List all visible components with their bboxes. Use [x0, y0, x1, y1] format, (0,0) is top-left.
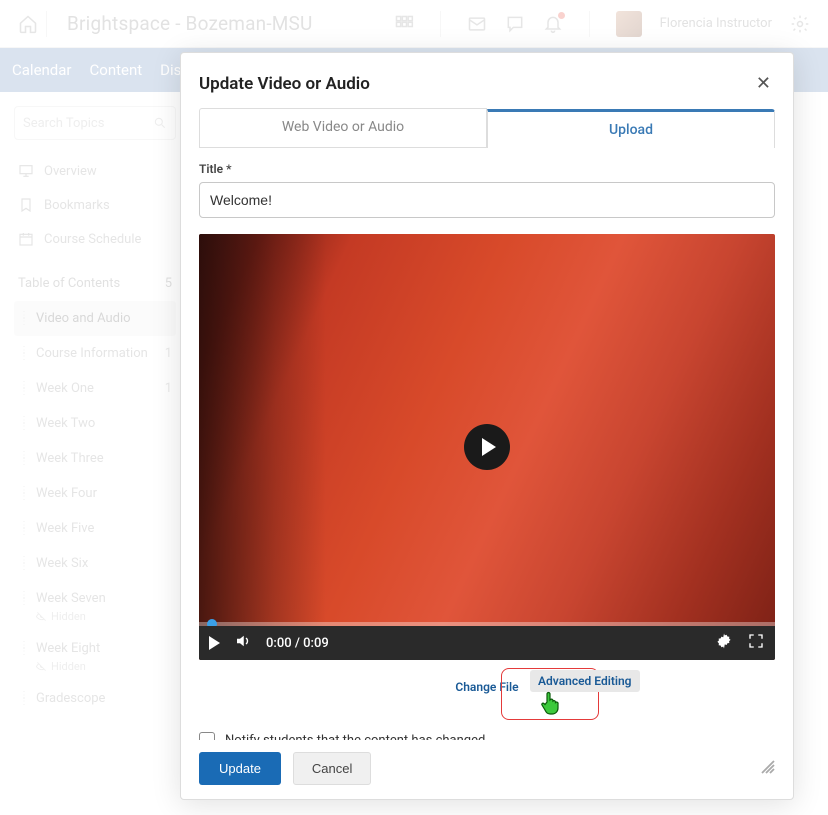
toc-item[interactable]: Week Four — [14, 476, 176, 511]
play-icon[interactable] — [209, 636, 220, 650]
toc-item[interactable]: Week Two — [14, 406, 176, 441]
gear-icon[interactable] — [790, 14, 810, 34]
hidden-badge: Hidden — [14, 610, 176, 623]
modal-tabs: Web Video or Audio Upload — [199, 108, 775, 148]
notification-dot — [558, 12, 565, 19]
update-video-modal: Update Video or Audio ✕ Web Video or Aud… — [180, 52, 794, 800]
search-input[interactable]: Search Topics — [14, 106, 176, 140]
nav-content[interactable]: Content — [90, 61, 143, 79]
settings-gear-icon[interactable] — [715, 632, 733, 654]
top-bar: Brightspace - Bozeman-MSU Florencia Inst… — [0, 0, 828, 48]
toc-item[interactable]: Week Five — [14, 511, 176, 546]
calendar-icon — [18, 231, 34, 247]
toc-item[interactable]: Video and Audio — [14, 301, 176, 336]
apps-grid-icon[interactable] — [394, 14, 414, 34]
mail-icon[interactable] — [467, 14, 487, 34]
toc-item[interactable]: Week One1 — [14, 371, 176, 406]
sidebar-bookmarks[interactable]: Bookmarks — [14, 188, 176, 222]
bell-icon[interactable] — [543, 14, 563, 34]
close-icon[interactable]: ✕ — [752, 69, 775, 98]
eye-off-icon — [36, 611, 47, 622]
sidebar-overview[interactable]: Overview — [14, 154, 176, 188]
video-time: 0:00 / 0:09 — [266, 636, 329, 651]
toc-item[interactable]: Week Three — [14, 441, 176, 476]
update-button[interactable]: Update — [199, 752, 281, 785]
brand-title[interactable]: Brightspace - Bozeman-MSU — [67, 12, 394, 35]
presentation-icon — [18, 163, 34, 179]
nav-calendar[interactable]: Calendar — [12, 61, 72, 79]
username[interactable]: Florencia Instructor — [660, 16, 772, 31]
play-button[interactable] — [464, 424, 510, 470]
toc-item[interactable]: Course Information1 — [14, 336, 176, 371]
home-icon[interactable] — [18, 14, 38, 34]
tab-upload[interactable]: Upload — [487, 109, 775, 148]
sidebar: Search Topics Overview Bookmarks Course … — [0, 92, 182, 730]
title-label: Title * — [199, 162, 775, 176]
bookmark-icon — [18, 197, 34, 213]
toc-header[interactable]: Table of Contents 5 — [14, 266, 176, 301]
title-input[interactable] — [199, 182, 775, 218]
modal-title: Update Video or Audio — [199, 74, 752, 94]
notify-checkbox[interactable] — [199, 732, 215, 740]
video-player[interactable]: 0:00 / 0:09 — [199, 234, 775, 660]
search-placeholder: Search Topics — [23, 116, 153, 131]
volume-icon[interactable] — [234, 632, 252, 654]
avatar[interactable] — [616, 11, 642, 37]
hidden-badge: Hidden — [14, 660, 176, 673]
chat-icon[interactable] — [505, 14, 525, 34]
video-controls: 0:00 / 0:09 — [199, 626, 775, 660]
toc-item[interactable]: Gradescope — [14, 681, 176, 716]
notify-label: Notify students that the content has cha… — [225, 733, 485, 741]
cancel-button[interactable]: Cancel — [293, 752, 371, 785]
toc-item[interactable]: Week Six — [14, 546, 176, 581]
fullscreen-icon[interactable] — [747, 632, 765, 654]
resize-grip-icon[interactable] — [761, 760, 775, 778]
eye-off-icon — [36, 661, 47, 672]
advanced-editing-button[interactable]: Advanced Editing — [530, 670, 640, 692]
sidebar-schedule[interactable]: Course Schedule — [14, 222, 176, 256]
cursor-hand-icon — [539, 690, 563, 716]
search-icon — [153, 116, 167, 130]
tab-web-video[interactable]: Web Video or Audio — [199, 108, 487, 147]
